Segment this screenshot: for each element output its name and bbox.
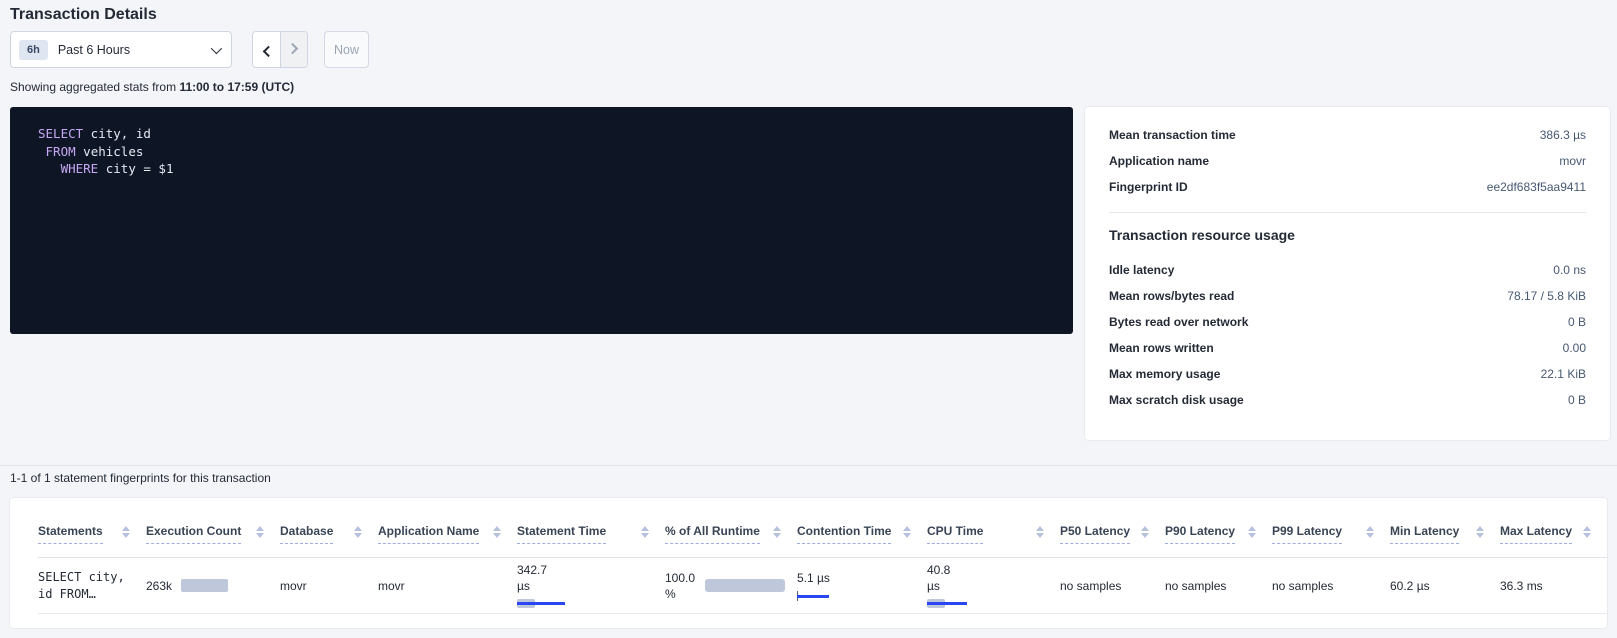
sort-icon[interactable] xyxy=(493,526,501,538)
contention-time-bar xyxy=(797,591,829,601)
resource-row-max-scratch-disk-usage: Max scratch disk usage 0 B xyxy=(1109,387,1586,413)
summary-row-application-name: Application name movr xyxy=(1109,148,1586,174)
cell-execution-count: 263k xyxy=(146,579,280,593)
sql-statement-text: SELECT city, id FROM vehicles WHERE city… xyxy=(38,125,1045,178)
sort-icon[interactable] xyxy=(122,526,130,538)
resource-usage-heading: Transaction resource usage xyxy=(1109,227,1586,243)
column-header-max-latency: Max Latency xyxy=(1500,524,1607,557)
runtime-percent-bar xyxy=(705,579,785,592)
chevron-right-icon xyxy=(287,42,298,53)
cell-p90-latency: no samples xyxy=(1165,579,1272,593)
sort-icon[interactable] xyxy=(773,526,781,538)
section-divider xyxy=(0,465,1617,466)
cpu-time-bar xyxy=(927,599,967,609)
table-row: SELECT city,id FROM… 263k movr movr 342.… xyxy=(38,558,1607,614)
column-header-statements: Statements xyxy=(38,524,146,557)
column-header-min-latency: Min Latency xyxy=(1390,524,1500,557)
time-arrow-group xyxy=(252,31,308,68)
resource-row-mean-rows-written: Mean rows written 0.00 xyxy=(1109,335,1586,361)
time-controls: 6h Past 6 Hours Now xyxy=(10,31,369,68)
time-range-dropdown[interactable]: 6h Past 6 Hours xyxy=(10,31,232,68)
sort-icon[interactable] xyxy=(1476,526,1484,538)
cell-p50-latency: no samples xyxy=(1060,579,1165,593)
sort-icon[interactable] xyxy=(256,526,264,538)
time-range-label: Past 6 Hours xyxy=(58,43,211,57)
sort-icon[interactable] xyxy=(1141,526,1149,538)
execution-count-bar xyxy=(181,579,228,592)
cell-percent-of-all-runtime: 100.0% xyxy=(665,571,797,601)
sort-icon[interactable] xyxy=(1366,526,1374,538)
sql-statement-card: SELECT city, id FROM vehicles WHERE city… xyxy=(10,107,1073,334)
resource-row-mean-rows-bytes-read: Mean rows/bytes read 78.17 / 5.8 KiB xyxy=(1109,283,1586,309)
column-header-contention-time: Contention Time xyxy=(797,524,927,557)
sort-icon[interactable] xyxy=(354,526,362,538)
cell-database: movr xyxy=(280,579,378,593)
cell-statement: SELECT city,id FROM… xyxy=(38,569,146,603)
cell-p99-latency: no samples xyxy=(1272,579,1390,593)
column-header-database: Database xyxy=(280,524,378,557)
transaction-summary-card: Mean transaction time 386.3 µs Applicati… xyxy=(1085,107,1610,440)
cell-application-name: movr xyxy=(378,579,517,593)
summary-divider xyxy=(1109,212,1586,213)
column-header-percent-of-all-runtime: % of All Runtime xyxy=(665,524,797,557)
next-time-button[interactable] xyxy=(280,32,307,67)
sort-icon[interactable] xyxy=(1583,526,1591,538)
summary-row-fingerprint-id: Fingerprint ID ee2df683f5aa9411 xyxy=(1109,174,1586,200)
column-header-statement-time: Statement Time xyxy=(517,524,665,557)
statement-link[interactable]: SELECT city,id FROM… xyxy=(38,569,125,603)
column-header-p90-latency: P90 Latency xyxy=(1165,524,1272,557)
resource-row-idle-latency: Idle latency 0.0 ns xyxy=(1109,257,1586,283)
column-header-p99-latency: P99 Latency xyxy=(1272,524,1390,557)
chevron-down-icon xyxy=(211,42,222,53)
statement-fingerprints-caption: 1-1 of 1 statement fingerprints for this… xyxy=(10,471,271,485)
sort-icon[interactable] xyxy=(903,526,911,538)
sort-icon[interactable] xyxy=(1248,526,1256,538)
column-header-execution-count: Execution Count xyxy=(146,524,280,557)
time-range-bold: 11:00 to 17:59 (UTC) xyxy=(179,80,294,94)
statement-time-bar xyxy=(517,599,565,609)
sort-icon[interactable] xyxy=(1036,526,1044,538)
previous-time-button[interactable] xyxy=(253,32,280,67)
time-range-caption: Showing aggregated stats from 11:00 to 1… xyxy=(10,80,294,94)
statements-table: Statements Execution Count Database Appl… xyxy=(10,498,1607,628)
chevron-left-icon xyxy=(262,45,273,56)
summary-row-mean-transaction-time: Mean transaction time 386.3 µs xyxy=(1109,122,1586,148)
column-header-application-name: Application Name xyxy=(378,524,517,557)
now-button[interactable]: Now xyxy=(324,31,369,68)
cell-cpu-time: 40.8 µs xyxy=(927,563,1060,609)
cell-statement-time: 342.7 µs xyxy=(517,563,665,609)
cell-min-latency: 60.2 µs xyxy=(1390,579,1500,593)
time-range-badge: 6h xyxy=(19,40,48,60)
statements-table-header: Statements Execution Count Database Appl… xyxy=(38,498,1607,558)
cell-contention-time: 5.1 µs xyxy=(797,571,927,601)
cell-max-latency: 36.3 ms xyxy=(1500,579,1607,593)
column-header-p50-latency: P50 Latency xyxy=(1060,524,1165,557)
sort-icon[interactable] xyxy=(641,526,649,538)
column-header-cpu-time: CPU Time xyxy=(927,524,1060,557)
page-title: Transaction Details xyxy=(10,6,157,24)
resource-row-max-memory-usage: Max memory usage 22.1 KiB xyxy=(1109,361,1586,387)
resource-row-bytes-read-over-network: Bytes read over network 0 B xyxy=(1109,309,1586,335)
